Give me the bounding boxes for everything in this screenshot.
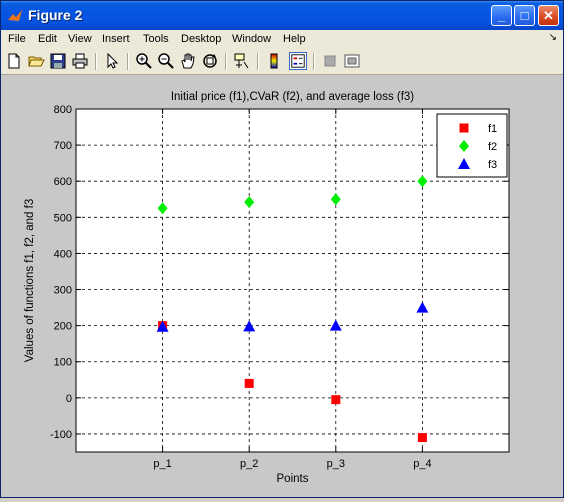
legend-icon[interactable] [289,52,307,70]
menu-insert[interactable]: Insert [102,33,130,45]
menu-edit[interactable]: Edit [38,33,57,45]
y-tick-label: 100 [54,357,72,369]
x-tick-label: p_3 [327,458,345,470]
hide-plot-tools-icon[interactable] [321,52,339,70]
x-axis-label: Points [277,473,309,485]
menu-bar: File Edit View Insert Tools Desktop Wind… [1,30,563,49]
minimize-button[interactable]: _ [491,5,512,26]
legend-label-f2: f2 [488,141,497,153]
pan-hand-icon[interactable] [179,52,197,70]
x-tick-label: p_4 [413,458,431,470]
save-icon[interactable] [49,52,67,70]
x-tick-label: p_1 [153,458,171,470]
colorbar-icon[interactable] [265,52,283,70]
window-title: Figure 2 [28,7,83,23]
menu-tools[interactable]: Tools [143,33,169,45]
title-bar[interactable]: Figure 2 _ □ ✕ [1,1,563,30]
y-tick-label: 400 [54,248,72,260]
figure-toolbar [1,49,563,75]
data-point-f1 [417,433,427,443]
menu-window[interactable]: Window [232,33,271,45]
toolbar-separator [313,53,315,70]
zoom-out-icon[interactable] [157,52,175,70]
menu-desktop[interactable]: Desktop [181,33,221,45]
chart-title: Initial price (f1),CVaR (f2), and averag… [171,91,414,103]
close-button[interactable]: ✕ [538,5,559,26]
y-tick-label: 0 [66,393,72,405]
toolbar-separator [257,53,259,70]
y-tick-label: 200 [54,321,72,333]
y-axis-label: Values of functions f1, f2, and f3 [24,199,36,362]
legend-label-f1: f1 [488,123,497,135]
legend-marker-f1 [459,123,469,133]
data-point-f1 [331,395,341,405]
y-tick-label: -100 [50,429,72,441]
y-tick-label: 700 [54,140,72,152]
data-point-f1 [244,378,254,388]
toolbar-separator [225,53,227,70]
new-figure-icon[interactable] [5,52,23,70]
menu-help[interactable]: Help [283,33,306,45]
menu-file[interactable]: File [8,33,26,45]
y-tick-label: 300 [54,285,72,297]
matlab-icon [8,10,22,21]
print-icon[interactable] [71,52,89,70]
figure-canvas: -100 0 100 200 300 400 500 600 700 800 p_1 p_2 p_3 p_… [1,75,563,497]
x-tick-label: p_2 [240,458,258,470]
edit-plot-arrow-icon[interactable] [103,52,121,70]
zoom-in-icon[interactable] [135,52,153,70]
show-plot-tools-icon[interactable] [343,52,361,70]
toolbar-separator [95,53,97,70]
open-file-icon[interactable] [27,52,45,70]
rotate-3d-icon[interactable] [201,52,219,70]
y-tick-label: 800 [54,104,72,116]
maximize-button[interactable]: □ [514,5,535,26]
legend-label-f3: f3 [488,159,497,171]
figure-window: Figure 2 _ □ ✕ File Edit View Insert Too… [0,0,564,498]
y-tick-label: 600 [54,176,72,188]
menu-view[interactable]: View [68,33,92,45]
data-cursor-icon[interactable] [233,52,251,70]
chart[interactable]: -100 0 100 200 300 400 500 600 700 800 p_1 p_2 p_3 p_… [1,75,563,497]
toolbar-separator [127,53,129,70]
y-tick-label: 500 [54,212,72,224]
dock-arrow-icon[interactable]: ↘ [549,32,557,43]
